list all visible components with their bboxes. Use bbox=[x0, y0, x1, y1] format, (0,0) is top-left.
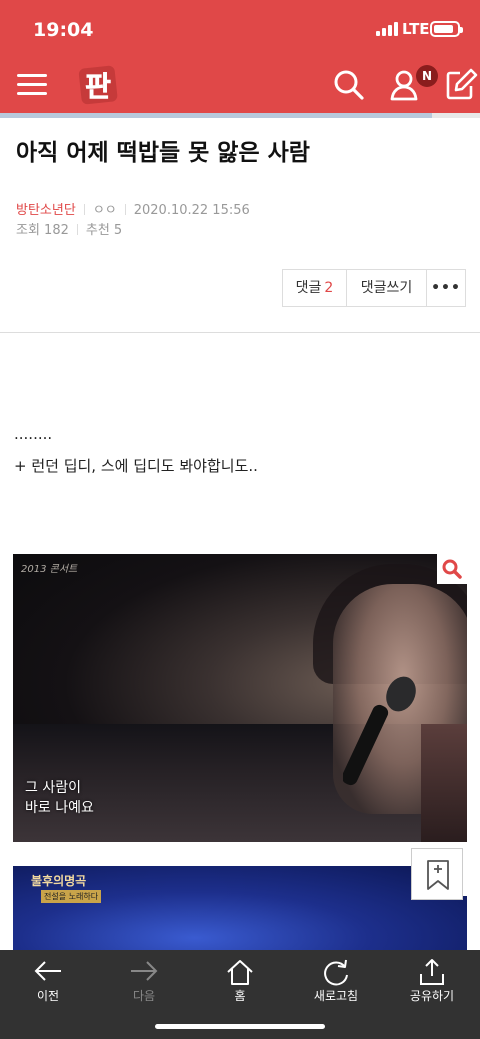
write-icon[interactable] bbox=[444, 68, 478, 102]
logo-text: 판 bbox=[85, 70, 111, 103]
home-icon bbox=[227, 960, 253, 985]
comment-actions: 댓글 2 댓글쓰기 ••• bbox=[282, 269, 466, 307]
pann-logo[interactable]: 판 bbox=[76, 62, 118, 106]
more-button[interactable]: ••• bbox=[427, 270, 465, 306]
image-caption: 그 사람이 바로 나예요 bbox=[25, 778, 94, 818]
reading-progress-fill bbox=[0, 113, 432, 118]
reading-progress-bar bbox=[0, 113, 480, 118]
comments-button[interactable]: 댓글 2 bbox=[283, 270, 347, 306]
author-name: ㅇㅇ bbox=[92, 203, 117, 218]
comments-count: 2 bbox=[324, 280, 334, 296]
nav-back-button[interactable]: 이전 bbox=[0, 950, 96, 1010]
bookmark-add-icon[interactable] bbox=[411, 848, 463, 900]
nav-share-button[interactable]: 공유하기 bbox=[384, 950, 480, 1010]
nav-forward-label: 다음 bbox=[132, 989, 156, 1003]
search-icon[interactable] bbox=[332, 68, 366, 102]
zoom-icon[interactable] bbox=[437, 554, 467, 584]
article-meta: 방탄소년단 ㅇㅇ 2020.10.22 15:56 bbox=[16, 199, 250, 218]
body-text-line: ........ bbox=[14, 425, 53, 443]
battery-icon bbox=[430, 21, 463, 37]
screen: 19:04 LTE 판 N 아직 어제 떡밥들 못 앓은 사람 방탄소년단 ㅇㅇ… bbox=[0, 0, 480, 1039]
nav-header: 판 bbox=[0, 56, 480, 113]
signal-icon bbox=[376, 22, 398, 36]
write-comment-button[interactable]: 댓글쓰기 bbox=[347, 270, 427, 306]
nav-refresh-button[interactable]: 새로고침 bbox=[288, 950, 384, 1010]
nav-home-label: 홈 bbox=[234, 989, 246, 1003]
home-indicator bbox=[155, 1024, 325, 1029]
notification-badge[interactable]: N bbox=[416, 65, 438, 87]
category-link[interactable]: 방탄소년단 bbox=[16, 203, 76, 218]
menu-icon[interactable] bbox=[17, 72, 47, 98]
nav-home-button[interactable]: 홈 bbox=[192, 950, 288, 1010]
image2-subtitle: 전설을 노래하다 bbox=[41, 890, 102, 903]
recommend-count: 추천 5 bbox=[85, 223, 123, 238]
refresh-icon bbox=[324, 959, 348, 986]
nav-back-label: 이전 bbox=[36, 989, 60, 1003]
body-text-line: + 런던 딥디, 스에 딥디도 봐야합니도.. bbox=[14, 457, 258, 475]
status-bar: 19:04 LTE bbox=[0, 0, 480, 56]
network-label: LTE bbox=[402, 20, 430, 38]
microphone-graphic bbox=[343, 676, 416, 786]
nav-share-label: 공유하기 bbox=[409, 989, 455, 1003]
image2-title: 불후의명곡 bbox=[31, 874, 87, 888]
bottom-nav-bar: 이전 다음 홈 새로고침 공유하기 bbox=[0, 950, 480, 1039]
app-header: 19:04 LTE 판 bbox=[0, 0, 480, 113]
arrow-left-icon bbox=[34, 961, 61, 981]
caption-line: 그 사람이 bbox=[25, 780, 81, 796]
nav-refresh-label: 새로고침 bbox=[313, 989, 359, 1003]
article-image-1[interactable]: 2013 콘서트 그 사람이 바로 나예요 bbox=[13, 554, 467, 842]
article-title: 아직 어제 떡밥들 못 앓은 사람 bbox=[16, 140, 310, 166]
post-datetime: 2020.10.22 15:56 bbox=[133, 203, 250, 218]
comments-label: 댓글 bbox=[295, 280, 322, 296]
article-image-2[interactable]: 불후의명곡 전설을 노래하다 bbox=[13, 866, 467, 956]
image-watermark: 2013 콘서트 bbox=[21, 564, 78, 575]
header-divider bbox=[0, 332, 480, 333]
share-icon bbox=[420, 959, 444, 985]
caption-line: 바로 나예요 bbox=[25, 800, 94, 816]
article-stats: 조회 182 추천 5 bbox=[16, 219, 122, 238]
arrow-right-icon bbox=[131, 961, 158, 981]
nav-forward-button[interactable]: 다음 bbox=[96, 950, 192, 1010]
view-count: 조회 182 bbox=[16, 223, 69, 238]
status-time: 19:04 bbox=[33, 19, 94, 41]
